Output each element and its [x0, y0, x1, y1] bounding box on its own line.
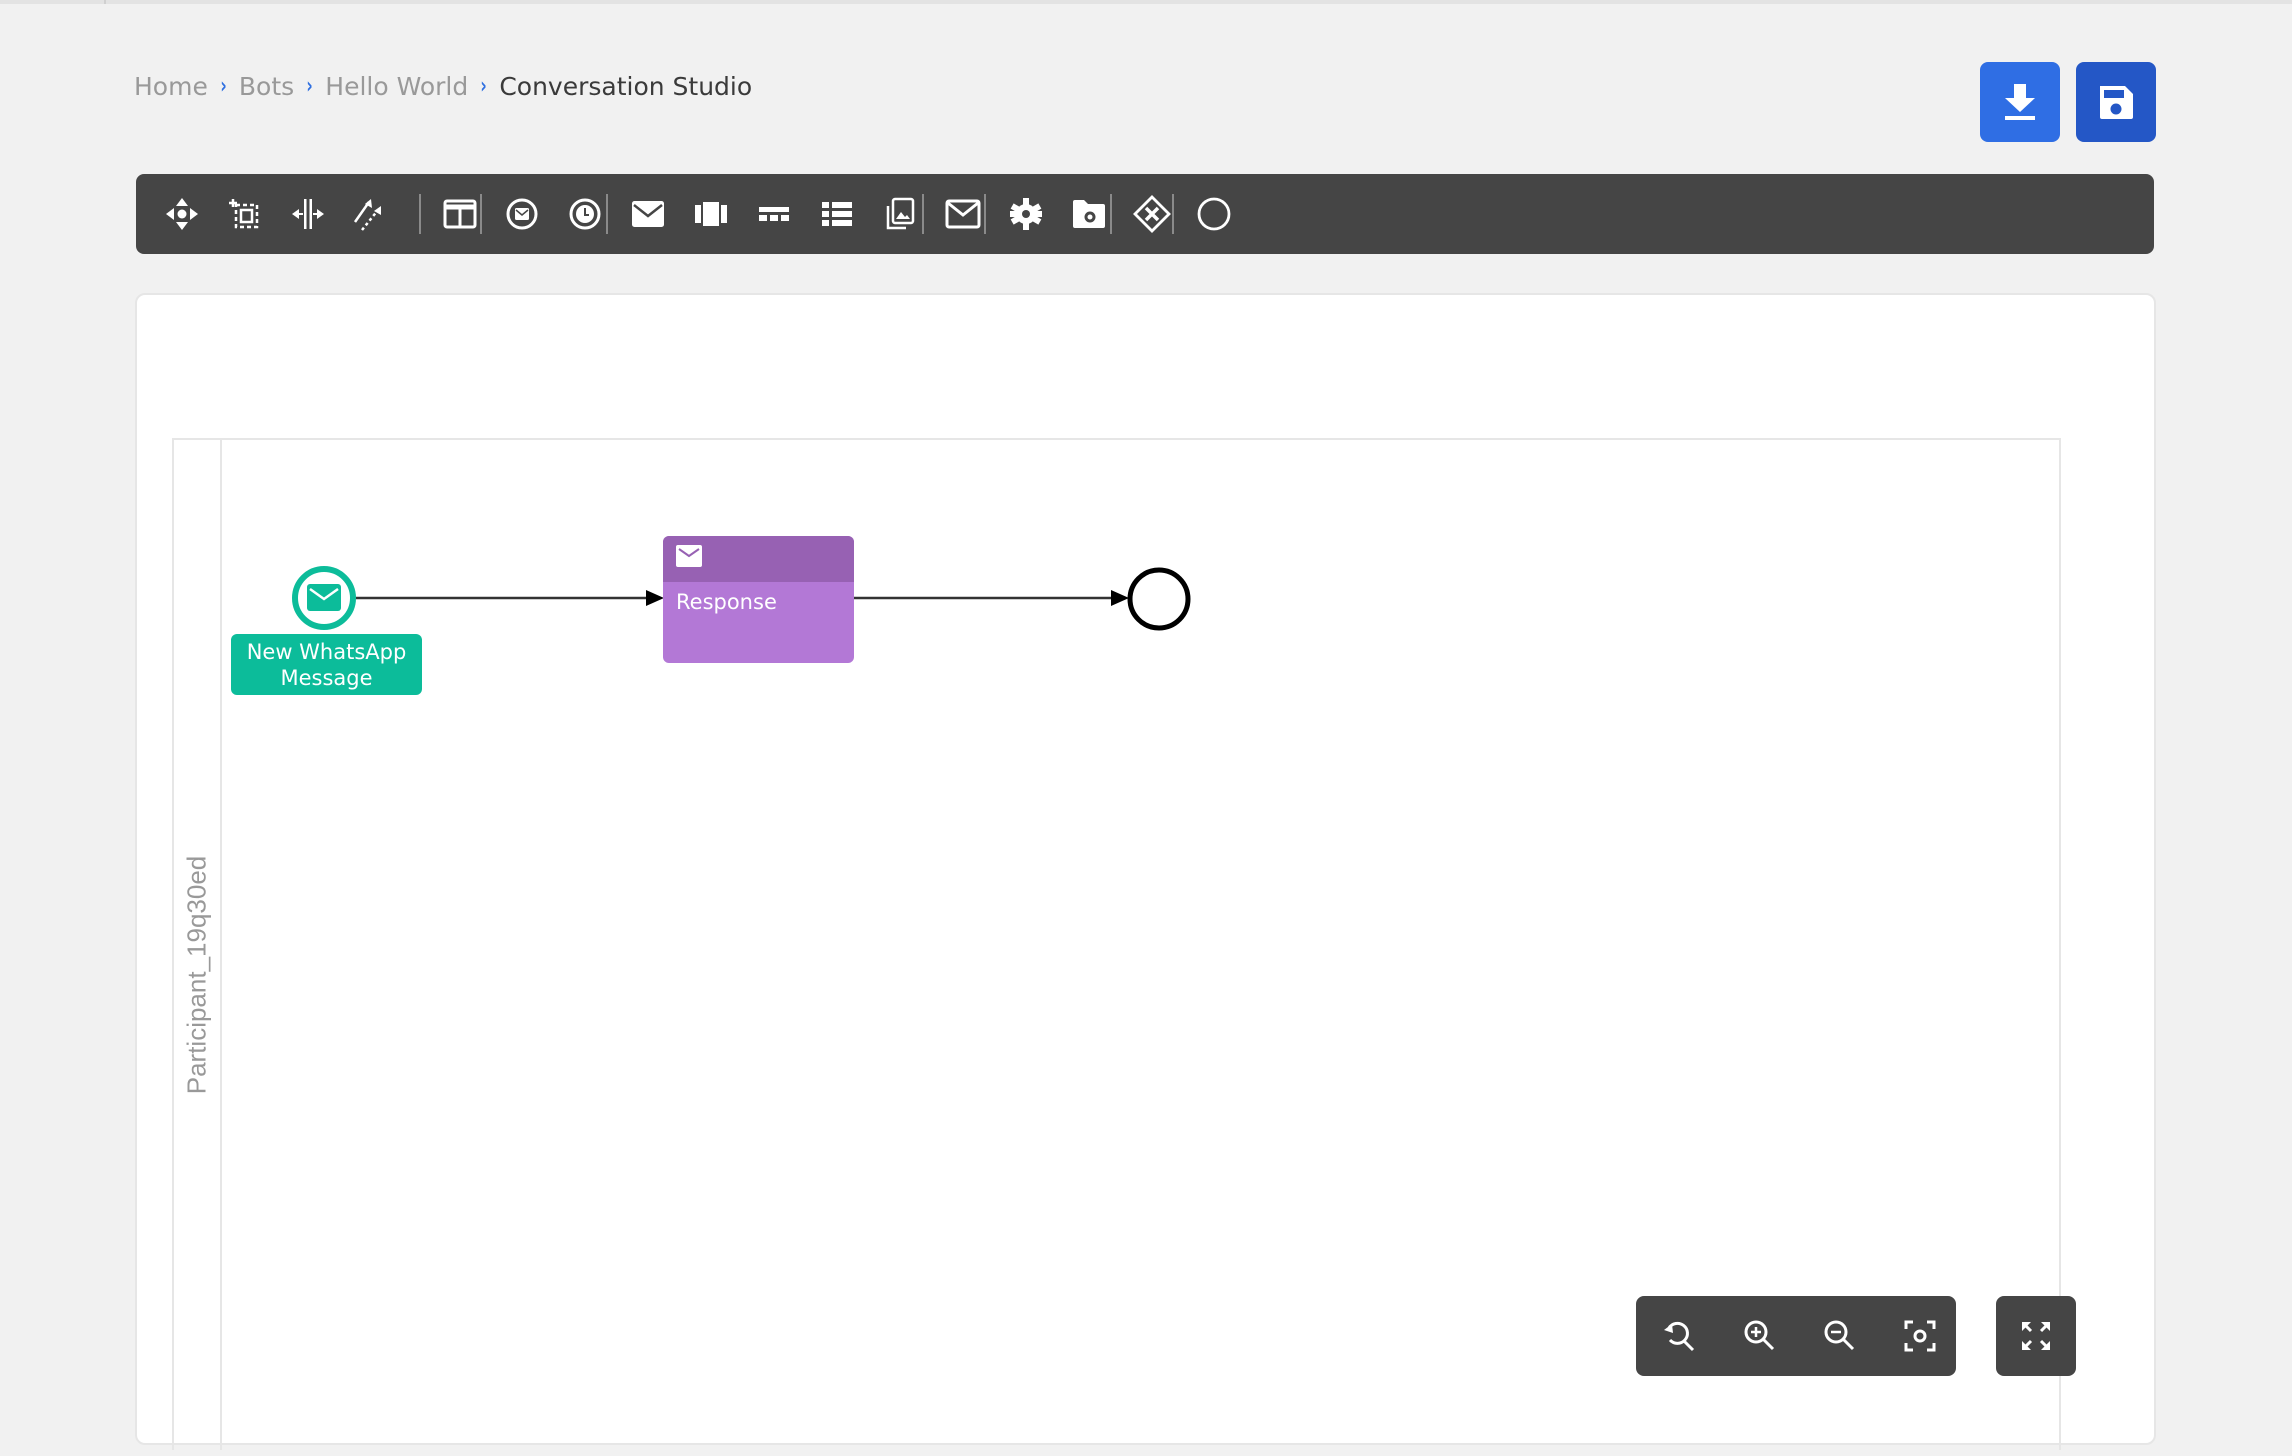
fullscreen-icon	[2022, 1322, 2050, 1350]
task-label: Response	[676, 590, 777, 614]
send-message-icon	[676, 545, 702, 567]
sequence-flow-task-to-end[interactable]	[854, 590, 1129, 606]
start-event[interactable]	[292, 566, 356, 630]
fit-view-icon	[1904, 1320, 1936, 1352]
sequence-flow-start-to-task[interactable]	[356, 590, 664, 606]
zoom-in-button[interactable]	[1738, 1314, 1782, 1358]
reset-zoom-icon	[1664, 1321, 1695, 1352]
end-event[interactable]	[1127, 567, 1191, 631]
zoom-in-icon	[1744, 1320, 1775, 1351]
message-start-icon	[307, 584, 341, 611]
reset-zoom-button[interactable]	[1658, 1314, 1702, 1358]
diagram-connections	[292, 566, 1191, 631]
zoom-out-icon	[1824, 1320, 1855, 1351]
zoom-controls	[1636, 1296, 1956, 1376]
fit-view-button[interactable]	[1898, 1314, 1942, 1358]
start-event-label[interactable]: New WhatsApp Message	[231, 634, 422, 695]
zoom-out-button[interactable]	[1818, 1314, 1862, 1358]
response-task[interactable]: Response	[663, 536, 854, 663]
fullscreen-button[interactable]	[1996, 1296, 2076, 1376]
task-header	[663, 536, 854, 582]
